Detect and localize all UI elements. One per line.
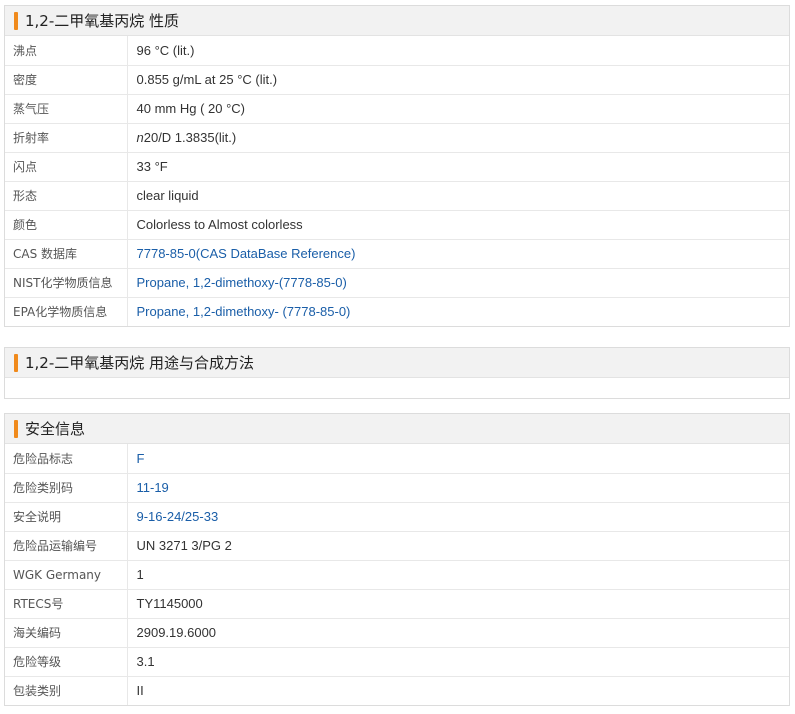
property-label: 危险品运输编号 xyxy=(5,531,128,561)
property-value: 3.1 xyxy=(127,647,789,677)
property-value-link[interactable]: F xyxy=(127,444,789,474)
safety-title: 安全信息 xyxy=(25,420,86,438)
property-value-link[interactable]: 11-19 xyxy=(127,473,789,503)
property-label: 沸点 xyxy=(5,36,128,66)
safety-row: 危险品运输编号 UN 3271 3/PG 2 xyxy=(5,531,789,561)
properties-title: 1,2-二甲氧基丙烷 性质 xyxy=(25,12,180,30)
property-value: 33 °F xyxy=(127,152,789,182)
safety-row: RTECS号 TY1145000 xyxy=(5,589,789,619)
property-value: 40 mm Hg ( 20 °C) xyxy=(127,94,789,124)
property-row: 密度 0.855 g/mL at 25 °C (lit.) xyxy=(5,65,789,95)
properties-section: 1,2-二甲氧基丙烷 性质 沸点 96 °C (lit.) 密度 0.855 g/mL… xyxy=(4,5,790,327)
property-value: n20/D 1.3835(lit.) xyxy=(127,123,789,153)
safety-row: 安全说明 9-16-24/25-33 xyxy=(5,502,789,532)
property-row: EPA化学物质信息 Propane, 1,2-dimethoxy- (7778-8… xyxy=(5,297,789,326)
properties-header: 1,2-二甲氧基丙烷 性质 xyxy=(5,6,789,36)
safety-section: 安全信息 危险品标志 F 危险类别码 11-19 安全说明 9-16-24/25-33 危险… xyxy=(4,413,790,706)
property-label: 密度 xyxy=(5,65,128,95)
property-label: 安全说明 xyxy=(5,502,128,532)
property-label: NIST化学物质信息 xyxy=(5,268,128,298)
safety-row: 包装类别 II xyxy=(5,676,789,705)
property-row: 形态 clear liquid xyxy=(5,181,789,211)
property-label: 闪点 xyxy=(5,152,128,182)
property-label: 危险等级 xyxy=(5,647,128,677)
property-label: WGK Germany xyxy=(5,560,128,590)
safety-header: 安全信息 xyxy=(5,414,789,444)
property-value: clear liquid xyxy=(127,181,789,211)
safety-row: 危险类别码 11-19 xyxy=(5,473,789,503)
property-label: 海关编码 xyxy=(5,618,128,648)
property-label: 包装类别 xyxy=(5,676,128,705)
property-row: 蒸气压 40 mm Hg ( 20 °C) xyxy=(5,94,789,124)
property-label: CAS 数据库 xyxy=(5,239,128,269)
property-value: Colorless to Almost colorless xyxy=(127,210,789,240)
property-row: 折射率 n20/D 1.3835(lit.) xyxy=(5,123,789,153)
properties-table: 沸点 96 °C (lit.) 密度 0.855 g/mL at 25 °C (lit… xyxy=(5,36,789,326)
property-value-italic: n xyxy=(136,130,144,145)
uses-title: 1,2-二甲氧基丙烷 用途与合成方法 xyxy=(25,354,255,372)
property-label: 颜色 xyxy=(5,210,128,240)
property-value-text: 20/D 1.3835(lit.) xyxy=(143,130,237,145)
property-row: NIST化学物质信息 Propane, 1,2-dimethoxy-(7778-8… xyxy=(5,268,789,298)
uses-body xyxy=(5,378,789,398)
property-label: EPA化学物质信息 xyxy=(5,297,128,326)
property-value-link[interactable]: Propane, 1,2-dimethoxy- (7778-85-0) xyxy=(127,297,789,326)
property-value-link[interactable]: 9-16-24/25-33 xyxy=(127,502,789,532)
safety-row: 海关编码 2909.19.6000 xyxy=(5,618,789,648)
property-row: CAS 数据库 7778-85-0(CAS DataBase Reference) xyxy=(5,239,789,269)
property-label: 形态 xyxy=(5,181,128,211)
accent-bar-icon xyxy=(14,353,18,372)
property-value: 0.855 g/mL at 25 °C (lit.) xyxy=(127,65,789,95)
property-row: 沸点 96 °C (lit.) xyxy=(5,36,789,66)
safety-row: 危险品标志 F xyxy=(5,444,789,474)
property-row: 颜色 Colorless to Almost colorless xyxy=(5,210,789,240)
property-label: 危险类别码 xyxy=(5,473,128,503)
property-label: 危险品标志 xyxy=(5,444,128,474)
property-label: 蒸气压 xyxy=(5,94,128,124)
property-label: 折射率 xyxy=(5,123,128,153)
property-value: 1 xyxy=(127,560,789,590)
safety-table: 危险品标志 F 危险类别码 11-19 安全说明 9-16-24/25-33 危险品运输编号… xyxy=(5,444,789,705)
property-value-link[interactable]: 7778-85-0(CAS DataBase Reference) xyxy=(127,239,789,269)
property-value-link[interactable]: Propane, 1,2-dimethoxy-(7778-85-0) xyxy=(127,268,789,298)
property-value: II xyxy=(136,683,144,699)
safety-row: 危险等级 3.1 xyxy=(5,647,789,677)
safety-row: WGK Germany 1 xyxy=(5,560,789,590)
accent-bar-icon xyxy=(14,11,18,30)
property-row: 闪点 33 °F xyxy=(5,152,789,182)
accent-bar-icon xyxy=(14,419,18,438)
property-value: UN 3271 3/PG 2 xyxy=(127,531,789,561)
property-label: RTECS号 xyxy=(5,589,128,619)
uses-section: 1,2-二甲氧基丙烷 用途与合成方法 xyxy=(4,347,790,399)
property-value: 96 °C (lit.) xyxy=(127,36,789,66)
property-value: TY1145000 xyxy=(127,589,789,619)
uses-header: 1,2-二甲氧基丙烷 用途与合成方法 xyxy=(5,348,789,378)
property-value: 2909.19.6000 xyxy=(127,618,789,648)
